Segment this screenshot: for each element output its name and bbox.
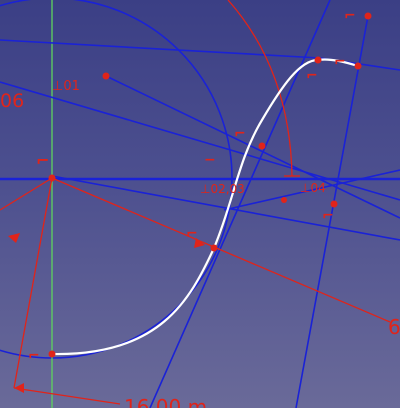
sketch-canvas[interactable]: ⌐ ⌐ ⌐ ⌐ ⌐ ⌐ ⌐ ⌐ − ⊥01 ⊥02,03 ⊥04 06 6 16… [0, 0, 400, 408]
dimension-line-diagonal[interactable] [51, 177, 391, 323]
construction-line-diagonal-a[interactable] [105, 75, 400, 219]
point-intersection-mid[interactable] [281, 197, 287, 203]
selected-spline[interactable] [51, 58, 359, 356]
point-spline-upper[interactable] [314, 56, 322, 64]
dimension-line-bottom[interactable] [13, 387, 121, 405]
tangent-constraint-icon[interactable]: ⌐ [322, 208, 334, 224]
tangent-constraint-icon[interactable]: ⌐ [334, 54, 346, 70]
perpendicular-constraint-middle[interactable]: ⊥02,03 [200, 182, 245, 196]
arrowhead-bottom [14, 383, 24, 393]
dimension-label-bottom[interactable]: 16.00 m [124, 395, 207, 408]
tangent-constraint-icon[interactable]: ⌐ [344, 8, 356, 24]
point-top-right[interactable] [364, 12, 372, 20]
dimension-label-left[interactable]: 06 [0, 90, 24, 112]
point-spline-mid-low[interactable] [210, 244, 218, 252]
tangent-constraint-icon[interactable]: ⌐ [36, 151, 49, 170]
construction-line-top[interactable] [0, 39, 321, 59]
arrowhead-left [8, 233, 20, 243]
perpendicular-constraint-top[interactable]: ⊥01 [52, 79, 80, 94]
sketcher-viewport[interactable]: ⌐ ⌐ ⌐ ⌐ ⌐ ⌐ ⌐ ⌐ − ⊥01 ⊥02,03 ⊥04 06 6 16… [0, 0, 400, 408]
tangent-constraint-icon[interactable]: ⌐ [234, 126, 246, 142]
tangent-constraint-icon[interactable]: ⌐ [28, 348, 40, 364]
horizontal-constraint-icon[interactable]: − [204, 152, 216, 168]
point-origin[interactable] [48, 174, 56, 182]
construction-line-steep-mid[interactable] [149, 0, 331, 408]
perpendicular-constraint-right[interactable]: ⊥04 [300, 181, 326, 195]
point-spline-mid-high[interactable] [258, 142, 266, 150]
tangent-constraint-icon[interactable]: ⌐ [306, 68, 318, 84]
dimension-label-right[interactable]: 6 [388, 315, 400, 339]
point-spline-start[interactable] [48, 350, 56, 358]
tangent-constraint-icon[interactable]: ⌐ [186, 226, 198, 242]
dimension-line-left[interactable] [0, 177, 53, 211]
point-intersection-right[interactable] [330, 200, 338, 208]
point-line-start[interactable] [102, 72, 110, 80]
point-spline-end[interactable] [354, 62, 362, 70]
